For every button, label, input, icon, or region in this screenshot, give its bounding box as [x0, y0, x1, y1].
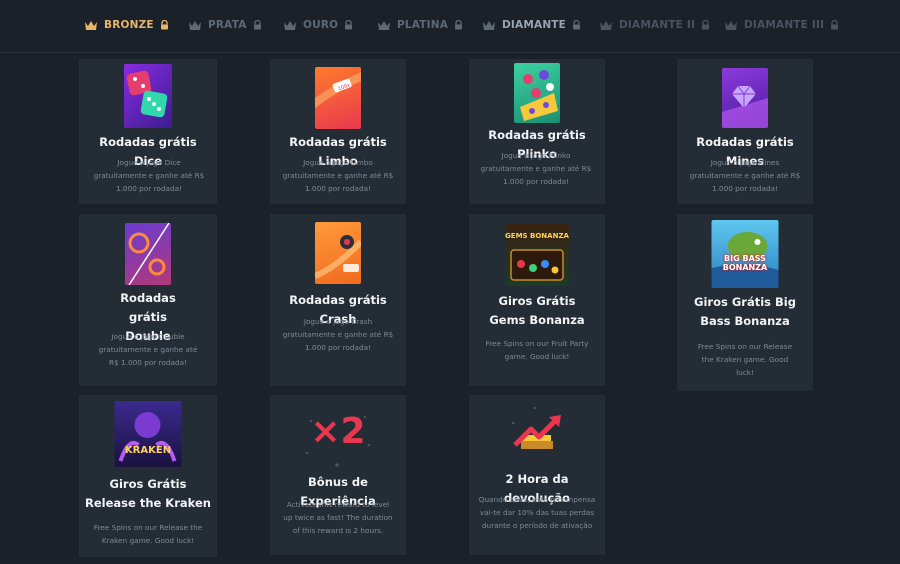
reward-card-plinko[interactable]: Rodadas grátis Plinko Jogue o jogo Plink…	[469, 59, 605, 204]
reward-card-limbo[interactable]: 100x Rodadas grátis Limbo Jogue o jogo L…	[270, 59, 406, 204]
tab-label: DIAMANTE	[502, 19, 567, 31]
reward-description: Jogue o jogo Limbo gratuitamente e ganhe…	[282, 158, 394, 193]
lock-icon	[345, 20, 353, 30]
reward-title: Giros Grátis Release the Kraken	[85, 477, 211, 510]
gems-bonanza-image: GEMS BONANZA	[505, 224, 569, 286]
tab-ouro[interactable]: OURO	[283, 0, 353, 50]
crash-game-image	[315, 222, 361, 284]
limbo-game-image: 100x	[315, 67, 361, 129]
reward-description: Jogue o jogo Double gratuitamente e ganh…	[98, 332, 198, 367]
tab-diamante-ii[interactable]: DIAMANTE II	[599, 0, 710, 50]
big-bass-bonanza-image: BIG BASS BONANZA	[711, 220, 779, 288]
gems-bonanza-logo-text: GEMS BONANZA	[505, 232, 569, 240]
reward-description: Activate this reward to level up twice a…	[283, 500, 393, 535]
reward-card-experience-bonus[interactable]: ×2 Bônus de Experiência Activate this re…	[270, 395, 406, 555]
reward-description: Jogue o jogo Dice gratuitamente e ganhe …	[93, 158, 205, 193]
reward-description: Quando ativo, esta recompensa vai-te dar…	[478, 495, 596, 530]
reward-description: Jogue o jogo Mines gratuitamente e ganhe…	[689, 158, 801, 193]
tab-diamante[interactable]: DIAMANTE	[482, 0, 581, 50]
dice-game-image	[124, 64, 172, 128]
reward-description: Free Spins on our Release the Kraken gam…	[697, 342, 793, 377]
lock-icon	[253, 20, 261, 30]
reward-card-cashback[interactable]: 2 Hora da devolução Quando ativo, esta r…	[469, 395, 605, 555]
lock-icon	[455, 20, 463, 30]
tab-label: BRONZE	[104, 19, 154, 31]
cashback-chart-icon	[509, 405, 565, 455]
tab-prata[interactable]: PRATA	[188, 0, 262, 50]
crown-icon	[600, 20, 612, 30]
tab-platina[interactable]: PLATINA	[377, 0, 463, 50]
tab-label: PLATINA	[397, 19, 449, 31]
tab-label: DIAMANTE III	[744, 19, 825, 31]
x2-text: ×2	[310, 411, 366, 452]
vip-level-tabs: BRONZE PRATA OURO PLATINA DIAMANTE DIAMA…	[0, 0, 900, 53]
big-bass-logo-text: BIG BASS BONANZA	[722, 254, 768, 272]
tab-label: DIAMANTE II	[619, 19, 696, 31]
crown-icon	[725, 20, 737, 30]
reward-description: Jogue o jogo Crash gratuitamente e ganhe…	[282, 317, 394, 352]
lock-icon	[831, 20, 839, 30]
crown-icon	[85, 20, 97, 30]
lock-icon	[160, 20, 168, 30]
tab-label: OURO	[303, 19, 339, 31]
reward-card-dice[interactable]: Rodadas grátis Dice Jogue o jogo Dice gr…	[79, 59, 217, 204]
double-game-image	[125, 223, 171, 285]
x2-multiplier-icon: ×2	[303, 409, 373, 469]
reward-title: Giros Grátis Big Bass Bonanza	[694, 295, 796, 328]
tab-label: PRATA	[208, 19, 247, 31]
mines-game-image	[722, 68, 768, 128]
reward-card-big-bass-bonanza[interactable]: BIG BASS BONANZA Giros Grátis Big Bass B…	[677, 214, 813, 391]
reward-card-gems-bonanza[interactable]: GEMS BONANZA Giros Grátis Gems Bonanza F…	[469, 214, 605, 386]
release-the-kraken-image: KRAKEN	[114, 401, 182, 467]
reward-description: Free Spins on our Fruit Party game. Good…	[485, 339, 589, 361]
lock-icon	[573, 20, 581, 30]
crown-icon	[284, 20, 296, 30]
kraken-logo-text: KRAKEN	[124, 445, 172, 456]
reward-description: Free Spins on our Release the Kraken gam…	[93, 523, 203, 545]
reward-card-mines[interactable]: Rodadas grátis Mines Jogue o jogo Mines …	[677, 59, 813, 204]
reward-description: Jogue o jogo Plinko gratuitamente e ganh…	[480, 151, 592, 186]
crown-icon	[189, 20, 201, 30]
tab-diamante-iii[interactable]: DIAMANTE III	[724, 0, 839, 50]
crown-icon	[378, 20, 390, 30]
lock-icon	[702, 20, 710, 30]
tab-bronze[interactable]: BRONZE	[84, 0, 169, 50]
reward-card-crash[interactable]: Rodadas grátis Crash Jogue o jogo Crash …	[270, 214, 406, 386]
plinko-game-image	[514, 63, 560, 123]
crown-icon	[483, 20, 495, 30]
reward-card-release-the-kraken[interactable]: KRAKEN Giros Grátis Release the Kraken F…	[79, 395, 217, 557]
reward-title: Giros Grátis Gems Bonanza	[489, 294, 585, 327]
reward-card-double[interactable]: Rodadas grátis Double Jogue o jogo Doubl…	[79, 214, 217, 386]
